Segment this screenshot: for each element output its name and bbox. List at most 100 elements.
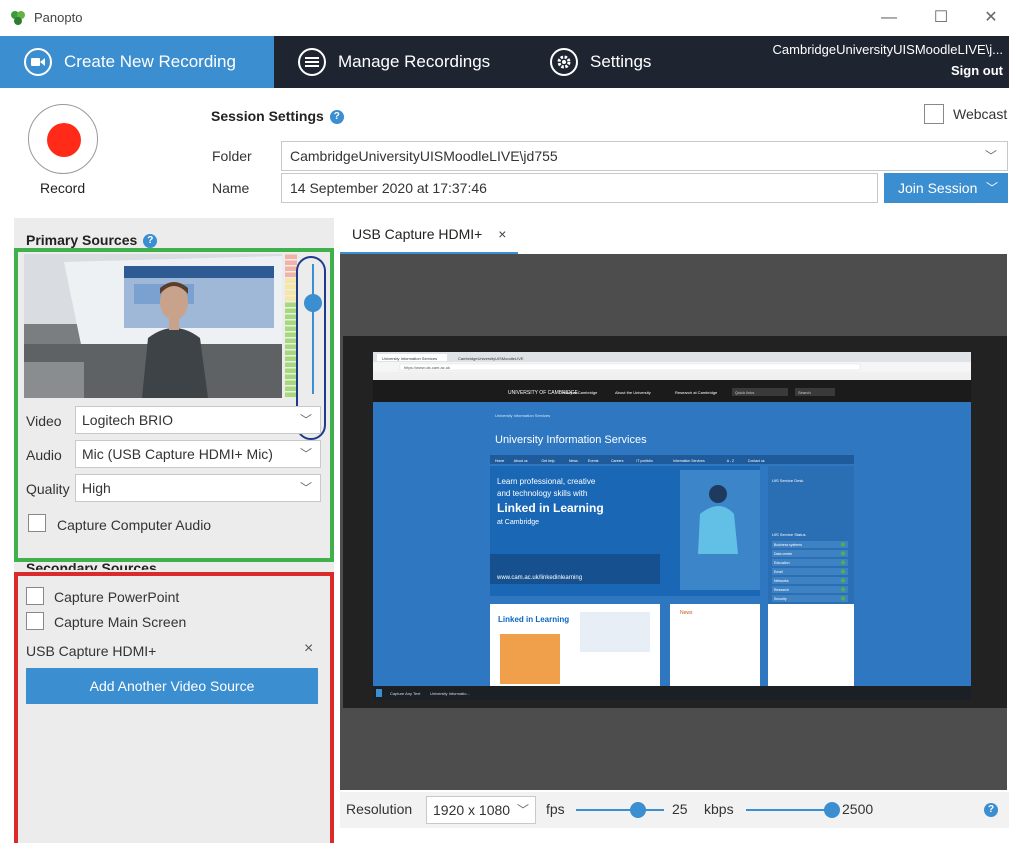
window-title-bar: Panopto — ☐ ✕ — [0, 0, 1009, 36]
site-subnav-item: Information Services — [673, 459, 705, 463]
resolution-value: 1920 x 1080 — [433, 802, 511, 818]
capture-powerpoint-checkbox[interactable] — [26, 587, 44, 605]
service-status-item: Education — [774, 561, 790, 565]
taskbar-item: University Informatio... — [430, 691, 470, 696]
minimize-button[interactable]: — — [876, 6, 902, 30]
help-icon[interactable]: ? — [984, 803, 998, 817]
site-nav-item: Research at Cambridge — [675, 390, 718, 395]
service-desk-heading: UIS Service Desk — [772, 478, 803, 483]
status-ok-icon — [840, 578, 846, 583]
fps-value: 25 — [672, 801, 688, 817]
record-label: Record — [40, 180, 86, 196]
status-ok-icon — [840, 560, 846, 565]
tab-label: Settings — [590, 52, 652, 71]
annotation-highlight-green — [14, 248, 334, 562]
fps-label: fps — [546, 801, 565, 817]
user-name: CambridgeUniversityUISMoodleLIVE\j... — [772, 42, 1003, 57]
site-subnav-item: Events — [588, 459, 599, 463]
chevron-down-icon: ﹀ — [985, 181, 998, 195]
session-name-input[interactable]: 14 September 2020 at 17:37:46 — [281, 173, 878, 203]
record-dot-icon — [47, 123, 81, 157]
breadcrumb: University Information Services — [495, 413, 550, 418]
capture-main-screen-checkbox[interactable] — [26, 612, 44, 630]
site-subnav-item: News — [569, 459, 578, 463]
site-subnav-item: Contact us — [748, 459, 765, 463]
resolution-label: Resolution — [346, 801, 413, 817]
browser-tab-title: University Information Services — [382, 356, 437, 361]
panopto-logo-icon — [11, 11, 25, 25]
service-status-item: Research — [774, 588, 789, 592]
sign-out-link[interactable]: Sign out — [773, 63, 1003, 78]
list-icon — [298, 48, 326, 76]
kbps-label: kbps — [704, 801, 734, 817]
hero-subtitle: at Cambridge — [497, 519, 539, 526]
news-heading: News — [680, 610, 693, 616]
capture-main-screen-label: Capture Main Screen — [54, 614, 187, 630]
tab-create-new-recording[interactable]: Create New Recording — [0, 36, 274, 88]
tab-close-button[interactable]: × — [498, 226, 506, 242]
site-subnav-item: Get help — [541, 459, 554, 463]
user-account: CambridgeUniversityUISMoodleLIVE\j... Si… — [773, 42, 1003, 78]
service-status-item: Security — [774, 597, 787, 601]
service-status-heading: UIS Service Status — [772, 532, 806, 537]
main-nav-bar: Create New Recording Manage Recordings S… — [0, 36, 1009, 88]
tab-manage-recordings[interactable]: Manage Recordings — [298, 36, 490, 88]
service-status-row — [772, 568, 848, 575]
fps-slider-handle[interactable] — [629, 802, 646, 818]
site-subnav-item: About us — [514, 459, 528, 463]
secondary-source-name: USB Capture HDMI+ — [26, 643, 157, 659]
service-status-item: Data centre — [774, 552, 792, 556]
folder-value: CambridgeUniversityUISMoodleLIVE\jd755 — [290, 148, 558, 164]
site-search: Search — [798, 390, 811, 395]
kbps-slider-track[interactable] — [746, 809, 832, 811]
tab-usb-capture[interactable]: USB Capture HDMI+ × — [340, 226, 519, 255]
browser-tab-title-2: CambridgeUniversityUISMoodleLIVE — [458, 356, 524, 361]
help-icon[interactable]: ? — [329, 110, 344, 125]
browser-url: https://www.uis.cam.ac.uk — [404, 365, 450, 370]
hero-text: Learn professional, creative — [497, 477, 596, 486]
site-subnav-item: Careers — [611, 459, 624, 463]
hero-url: www.cam.ac.uk/linkedinlearning — [496, 575, 582, 581]
folder-select[interactable]: CambridgeUniversityUISMoodleLIVE\jd755 ﹀ — [281, 141, 1008, 171]
app-title: Panopto — [34, 10, 83, 25]
status-ok-icon — [840, 551, 846, 556]
tab-settings[interactable]: Settings — [550, 36, 651, 88]
taskbar-item: Capture Any Text — [390, 691, 421, 696]
service-status-item: Email — [774, 570, 783, 574]
fps-slider-track[interactable] — [576, 809, 664, 811]
tab-label: Create New Recording — [64, 52, 236, 71]
session-settings-label: Session Settings — [211, 108, 324, 124]
service-status-item: Networks — [774, 579, 789, 583]
remove-source-button[interactable]: × — [304, 640, 313, 658]
capture-preview-area: University Information Services Cambridg… — [340, 254, 1007, 790]
capture-powerpoint-label: Capture PowerPoint — [54, 589, 180, 605]
help-icon[interactable]: ? — [143, 234, 158, 249]
linkedin-learning-logo: Linked in Learning — [497, 501, 604, 515]
join-session-label: Join Session — [898, 180, 978, 196]
kbps-value: 2500 — [842, 801, 874, 817]
capture-settings-bar: Resolution 1920 x 1080 ﹀ fps 25 kbps 250… — [340, 792, 1009, 828]
quick-links: Quick links — [735, 390, 754, 395]
webcast-checkbox[interactable] — [924, 104, 944, 124]
gear-icon — [550, 48, 578, 76]
primary-sources-label: Primary Sources — [26, 232, 138, 248]
record-button[interactable] — [28, 104, 98, 174]
annotation-highlight-red — [14, 572, 334, 843]
join-session-button[interactable]: Join Session ﹀ — [884, 173, 1008, 203]
close-window-button[interactable]: ✕ — [978, 6, 1004, 30]
site-subnav-item: Home — [495, 459, 504, 463]
linkedin-learning-logo-2: Linked in Learning — [498, 615, 569, 624]
status-ok-icon — [840, 542, 846, 547]
kbps-slider-handle[interactable] — [824, 802, 840, 818]
site-nav-item: About the University — [615, 390, 651, 395]
add-video-source-button[interactable]: Add Another Video Source — [26, 668, 318, 704]
resolution-select[interactable]: 1920 x 1080 ﹀ — [426, 796, 536, 824]
secondary-sources-title: Secondary Sources — [26, 560, 157, 570]
session-name-value: 14 September 2020 at 17:37:46 — [290, 180, 487, 196]
tab-label: USB Capture HDMI+ — [352, 226, 483, 242]
maximize-button[interactable]: ☐ — [928, 6, 954, 30]
status-ok-icon — [840, 596, 846, 601]
name-label: Name — [212, 180, 250, 196]
webcast-label: Webcast — [953, 106, 1008, 122]
session-settings-title: Session Settings? — [211, 108, 344, 125]
